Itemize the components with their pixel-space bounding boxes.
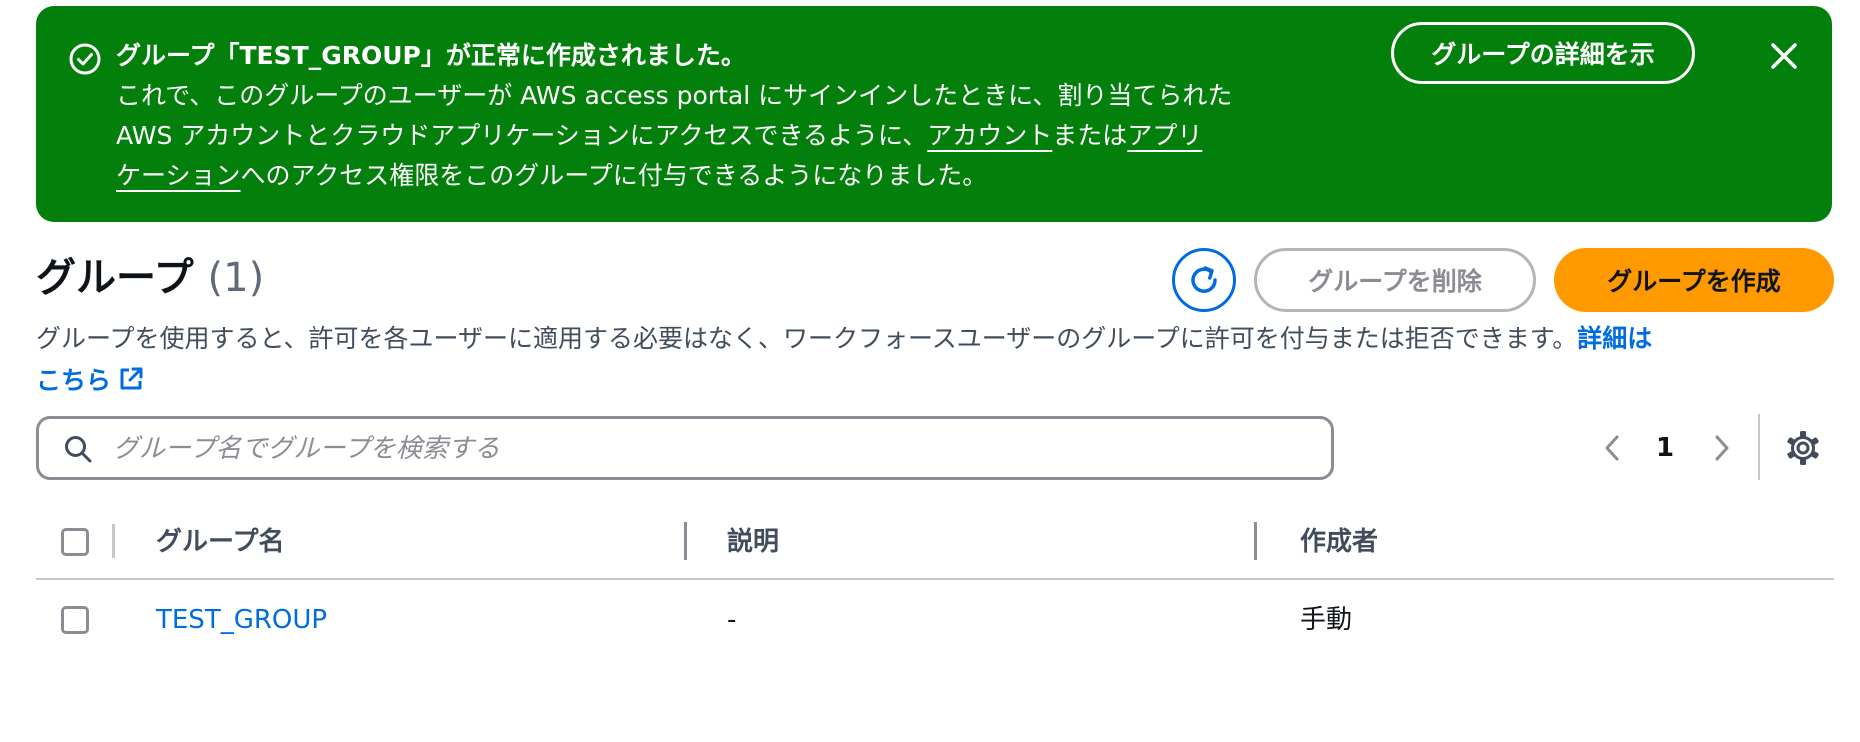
flash-message-line2: AWS アカウントとクラウドアプリケーションにアクセスできるように、: [116, 121, 928, 150]
group-count: (1): [207, 255, 265, 301]
column-header-description[interactable]: 説明: [727, 522, 779, 562]
column-header-group-name[interactable]: グループ名: [156, 522, 284, 562]
previous-page-icon[interactable]: [1596, 430, 1628, 466]
search-field[interactable]: [36, 416, 1334, 480]
group-description-cell: -: [727, 605, 737, 635]
gear-icon[interactable]: [1783, 428, 1823, 468]
flash-content: グループ「TEST_GROUP」が正常に作成されました。 これで、このグループの…: [116, 36, 1386, 196]
flash-title: グループ「TEST_GROUP」が正常に作成されました。: [116, 41, 746, 70]
flash-message: これで、このグループのユーザーが AWS access portal にサインイ…: [116, 76, 1386, 196]
created-by-cell: 手動: [1300, 605, 1353, 635]
column-resizer[interactable]: [684, 522, 687, 560]
delete-group-button: グループを削除: [1254, 248, 1536, 312]
row-checkbox[interactable]: [61, 606, 89, 634]
table-header-divider: [36, 578, 1834, 580]
success-check-icon: [69, 43, 101, 75]
pagination-divider: [1758, 414, 1760, 480]
flash-message-or: または: [1052, 121, 1128, 150]
select-all-checkbox[interactable]: [61, 528, 89, 556]
external-link-icon[interactable]: [117, 365, 145, 393]
learn-more-link-part1[interactable]: 詳細は: [1577, 324, 1652, 353]
view-group-details-button[interactable]: グループの詳細を示: [1391, 22, 1695, 84]
column-resizer[interactable]: [1254, 522, 1257, 560]
accounts-link[interactable]: アカウント: [927, 121, 1052, 150]
page-title-text: グループ: [36, 255, 194, 301]
description-text: グループを使用すると、許可を各ユーザーに適用する必要はなく、ワークフォースユーザ…: [36, 324, 1578, 353]
search-icon: [65, 436, 92, 463]
groups-page: グループ「TEST_GROUP」が正常に作成されました。 これで、このグループの…: [0, 0, 1860, 742]
column-separator: [112, 524, 115, 558]
success-flashbar: グループ「TEST_GROUP」が正常に作成されました。 これで、このグループの…: [36, 6, 1832, 222]
flash-message-suffix: へのアクセス権限をこのグループに付与できるようになりました。: [240, 161, 988, 190]
close-icon[interactable]: [1764, 36, 1804, 76]
column-header-created-by[interactable]: 作成者: [1300, 522, 1378, 562]
next-page-icon[interactable]: [1706, 430, 1738, 466]
search-input[interactable]: [111, 425, 1315, 473]
learn-more-link-part2[interactable]: こちら: [36, 366, 111, 395]
group-name-link[interactable]: TEST_GROUP: [156, 600, 327, 640]
create-group-button[interactable]: グループを作成: [1554, 248, 1834, 312]
page-description: グループを使用すると、許可を各ユーザーに適用する必要はなく、ワークフォースユーザ…: [36, 318, 1836, 402]
applications-link-part2[interactable]: ケーション: [116, 161, 241, 190]
refresh-button[interactable]: [1172, 248, 1236, 312]
page-title: グループ (1): [36, 250, 264, 306]
flash-message-line1: これで、このグループのユーザーが AWS access portal にサインイ…: [116, 81, 1233, 110]
current-page-number[interactable]: 1: [1650, 430, 1680, 466]
refresh-icon: [1191, 266, 1217, 293]
applications-link-part1[interactable]: アプリ: [1127, 121, 1202, 150]
